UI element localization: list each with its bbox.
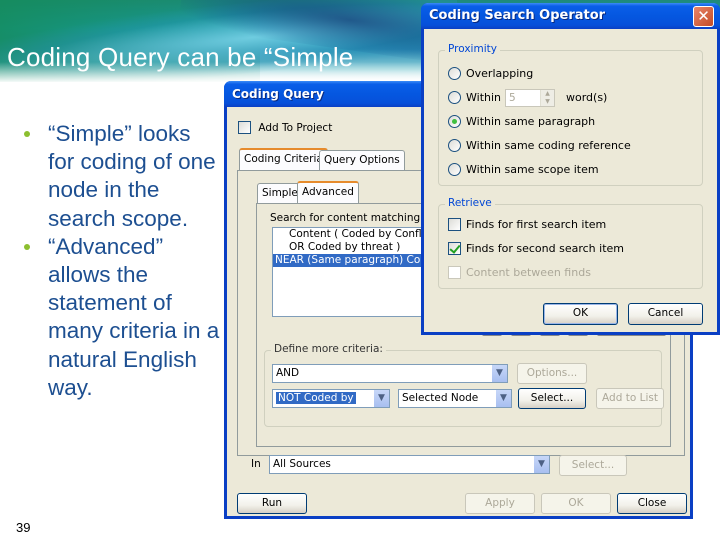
define-more-criteria-group: Define more criteria: AND ▼ Options... N… bbox=[264, 343, 664, 427]
retrieve-group: Retrieve Finds for first search item Fin… bbox=[438, 197, 703, 289]
radio-within-same-coding-reference[interactable]: Within same coding reference bbox=[448, 138, 631, 152]
add-to-project-checkbox[interactable]: Add To Project bbox=[238, 121, 332, 134]
checkbox-icon bbox=[238, 121, 251, 134]
within-unit-label: word(s) bbox=[566, 91, 608, 104]
target-value: Selected Node bbox=[402, 392, 479, 404]
coded-by-value: NOT Coded by bbox=[276, 392, 356, 404]
checkbox-content-between-finds[interactable]: Content between finds bbox=[448, 265, 591, 279]
operator-dropdown[interactable]: AND ▼ bbox=[272, 364, 508, 383]
checkbox-icon bbox=[448, 265, 461, 279]
within-words-spinner[interactable]: 5 ▲ ▼ bbox=[505, 89, 555, 107]
bullet-list: “Simple” looks for coding of one node in… bbox=[18, 120, 223, 402]
slide-number: 39 bbox=[16, 520, 31, 535]
tab-coding-criteria[interactable]: Coding Criteria bbox=[239, 148, 328, 170]
proximity-group: Proximity Overlapping Within 5 ▲ ▼ word(s… bbox=[438, 43, 703, 186]
checkbox-icon bbox=[448, 217, 461, 231]
chevron-down-icon: ▼ bbox=[533, 456, 549, 473]
close-button[interactable]: Close bbox=[617, 493, 687, 514]
close-icon[interactable]: ✕ bbox=[693, 6, 714, 27]
apply-button[interactable]: Apply bbox=[465, 493, 535, 514]
subtab-simple[interactable]: Simple bbox=[257, 183, 303, 203]
tab-query-options[interactable]: Query Options bbox=[319, 150, 405, 170]
subtab-advanced[interactable]: Advanced bbox=[297, 181, 359, 203]
chevron-down-icon: ▼ bbox=[373, 390, 389, 407]
radio-selected-icon bbox=[448, 114, 461, 128]
radio-overlapping[interactable]: Overlapping bbox=[448, 66, 533, 80]
add-to-list-button[interactable]: Add to List bbox=[596, 388, 664, 409]
slide-title: Coding Query can be “Simple bbox=[7, 42, 354, 72]
checkbox-checked-icon bbox=[448, 241, 461, 255]
search-operator-titlebar[interactable]: Coding Search Operator bbox=[421, 3, 720, 29]
ok-button[interactable]: OK bbox=[541, 493, 611, 514]
operator-value: AND bbox=[276, 367, 300, 379]
scope-dropdown[interactable]: All Sources ▼ bbox=[269, 455, 550, 474]
bullet-text: “Simple” looks for coding of one node in… bbox=[48, 121, 216, 231]
radio-within[interactable]: Within bbox=[448, 90, 501, 104]
define-more-criteria-label: Define more criteria: bbox=[271, 343, 386, 355]
radio-label: Within same paragraph bbox=[466, 114, 596, 128]
coding-search-operator-window: Coding Search Operator ✕ Proximity Overl… bbox=[421, 3, 720, 335]
operator-cancel-button[interactable]: Cancel bbox=[628, 303, 703, 325]
radio-icon bbox=[448, 138, 461, 152]
checkbox-label: Finds for second search item bbox=[466, 241, 625, 255]
checkbox-first-search-item[interactable]: Finds for first search item bbox=[448, 217, 606, 231]
add-to-project-label: Add To Project bbox=[258, 121, 333, 134]
radio-label: Within same scope item bbox=[466, 162, 599, 176]
proximity-label: Proximity bbox=[445, 43, 500, 55]
coded-by-dropdown[interactable]: NOT Coded by ▼ bbox=[272, 389, 390, 408]
within-value: 5 bbox=[509, 92, 516, 104]
bullet-item: “Simple” looks for coding of one node in… bbox=[18, 120, 223, 233]
operator-ok-button[interactable]: OK bbox=[543, 303, 618, 325]
radio-within-same-paragraph[interactable]: Within same paragraph bbox=[448, 114, 595, 128]
chevron-down-icon: ▼ bbox=[491, 365, 507, 382]
radio-within-same-scope-item[interactable]: Within same scope item bbox=[448, 162, 599, 176]
radio-label: Within bbox=[466, 90, 502, 104]
target-dropdown[interactable]: Selected Node ▼ bbox=[398, 389, 512, 408]
radio-label: Within same coding reference bbox=[466, 138, 631, 152]
bullet-marker-icon bbox=[24, 131, 30, 137]
retrieve-label: Retrieve bbox=[445, 197, 495, 209]
scope-value: All Sources bbox=[273, 458, 331, 470]
spinner-arrows-icon[interactable]: ▲ ▼ bbox=[540, 90, 554, 106]
radio-icon bbox=[448, 66, 461, 80]
radio-label: Overlapping bbox=[466, 66, 534, 80]
options-button[interactable]: Options... bbox=[517, 363, 587, 384]
bullet-text: “Advanced” allows the statement of many … bbox=[48, 233, 220, 400]
checkbox-second-search-item[interactable]: Finds for second search item bbox=[448, 241, 624, 255]
checkbox-label: Finds for first search item bbox=[466, 217, 607, 231]
run-button[interactable]: Run bbox=[237, 493, 307, 514]
radio-icon bbox=[448, 162, 461, 176]
in-label: In bbox=[251, 458, 261, 470]
checkbox-label: Content between finds bbox=[466, 265, 591, 279]
chevron-down-icon: ▼ bbox=[495, 390, 511, 407]
bullet-marker-icon bbox=[24, 243, 30, 250]
scope-select-button[interactable]: Select... bbox=[559, 455, 627, 476]
radio-icon bbox=[448, 90, 461, 104]
bullet-item: “Advanced” allows the statement of many … bbox=[18, 233, 223, 402]
select-node-button[interactable]: Select... bbox=[518, 388, 586, 409]
